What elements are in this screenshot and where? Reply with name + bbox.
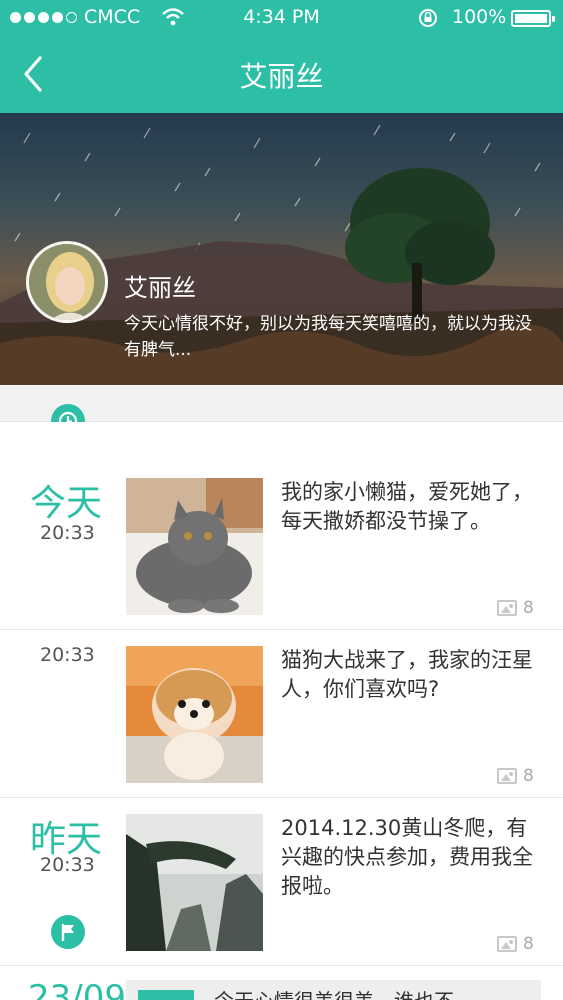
post-thumbnail[interactable] bbox=[126, 478, 263, 615]
page-title: 艾丽丝 bbox=[239, 60, 324, 93]
time-label: 20:33 bbox=[40, 522, 95, 544]
avatar[interactable] bbox=[26, 241, 108, 323]
date-label: 23/09 bbox=[28, 978, 126, 1000]
rotation-lock-icon bbox=[419, 9, 437, 27]
profile-name: 艾丽丝 bbox=[124, 274, 196, 302]
status-bar: CMCC 4:34 PM 100% bbox=[0, 0, 563, 36]
profile-bio: 今天心情很不好，别以为我每天笑嘻嘻的，就以为我没有脾气... bbox=[124, 314, 532, 360]
list-item[interactable]: 今天 20:33 我的家小懒猫，爱死她了，每天撒娇都没节操了。 8 bbox=[0, 422, 563, 630]
list-item-partial[interactable]: 23/09 今天心情很美很美，谁也不 bbox=[0, 966, 563, 1000]
image-count: 8 bbox=[497, 934, 534, 954]
image-count-label: 8 bbox=[523, 934, 534, 954]
top-bar: CMCC 4:34 PM 100% 艾丽丝 bbox=[0, 0, 563, 113]
post-thumbnail[interactable] bbox=[126, 646, 263, 783]
battery-percent: 100% bbox=[452, 6, 507, 28]
post-text: 我的家小懒猫，爱死她了，每天撒娇都没节操了。 bbox=[281, 480, 533, 533]
post-text: 今天心情很美很美，谁也不 bbox=[214, 985, 454, 1000]
accent-chip bbox=[138, 990, 194, 1000]
pomeranian-dog-photo bbox=[126, 646, 263, 783]
post-thumbnail[interactable] bbox=[126, 814, 263, 951]
time-label: 20:33 bbox=[40, 644, 95, 666]
image-icon bbox=[497, 936, 517, 952]
battery-icon bbox=[511, 10, 555, 27]
image-count: 8 bbox=[497, 766, 534, 786]
time-label: 20:33 bbox=[40, 854, 95, 876]
image-count: 8 bbox=[497, 598, 534, 618]
list-item[interactable]: 20:33 猫狗大战来了，我家的汪星人，你们喜欢吗? 8 bbox=[0, 630, 563, 798]
day-label: 今天 bbox=[30, 483, 103, 524]
image-icon bbox=[497, 768, 517, 784]
image-icon bbox=[497, 600, 517, 616]
text-post-box[interactable]: 今天心情很美很美，谁也不 bbox=[126, 980, 541, 1000]
flag-icon bbox=[51, 915, 85, 949]
gray-cat-photo bbox=[126, 478, 263, 615]
image-count-label: 8 bbox=[523, 598, 534, 618]
huangshan-pine-photo bbox=[126, 814, 263, 951]
image-count-label: 8 bbox=[523, 766, 534, 786]
profile-header: 艾丽丝 今天心情很不好，别以为我每天笑嘻嘻的，就以为我没有脾气... bbox=[0, 113, 563, 385]
post-text: 2014.12.30黄山冬爬，有兴趣的快点参加，费用我全报啦。 bbox=[281, 816, 533, 898]
post-text: 猫狗大战来了，我家的汪星人，你们喜欢吗? bbox=[281, 648, 533, 701]
